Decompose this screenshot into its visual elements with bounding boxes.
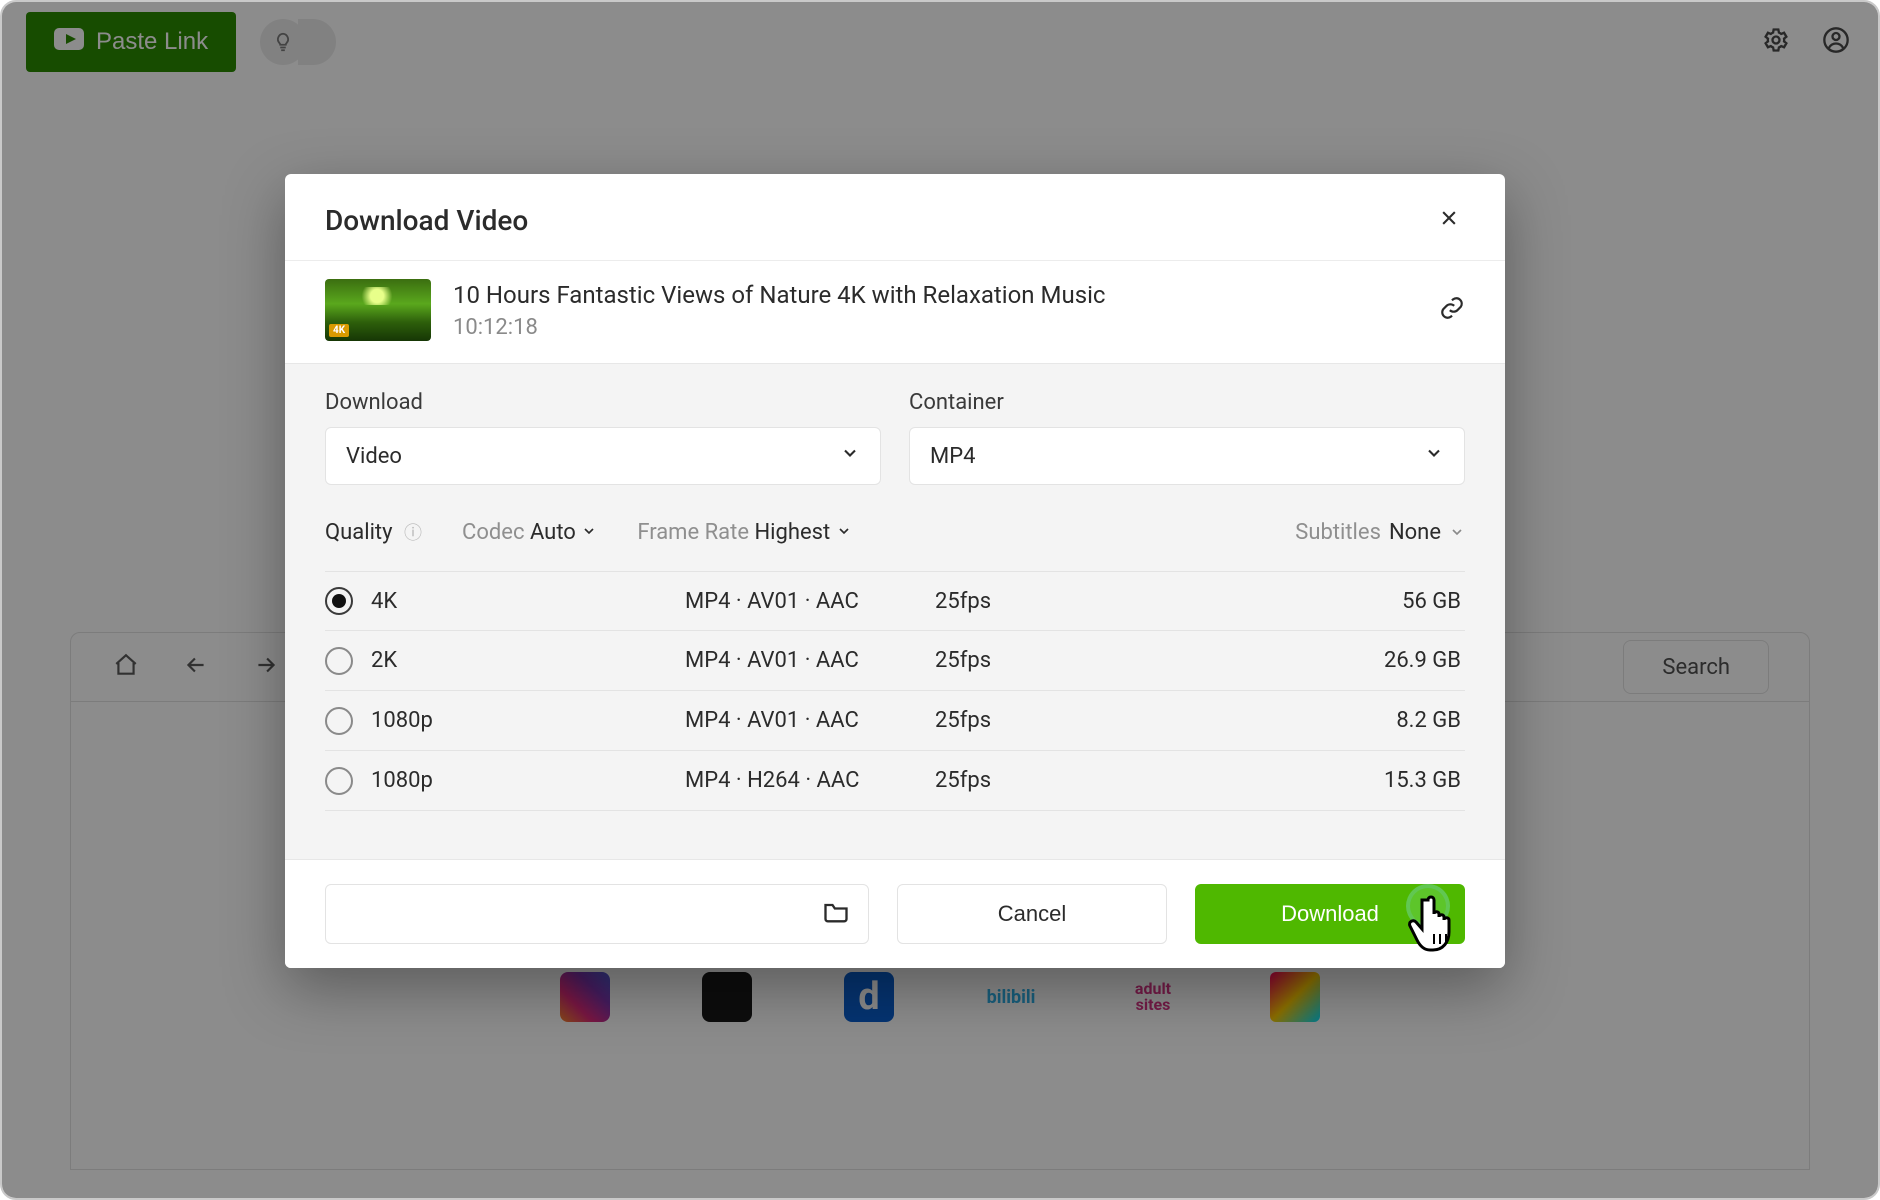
link-icon — [1439, 306, 1465, 325]
copy-link-button[interactable] — [1439, 295, 1465, 325]
save-path-field[interactable] — [325, 884, 869, 944]
quality-option-row[interactable]: 1080p MP4 · AV01 · AAC25fps8.2 GB — [325, 691, 1465, 751]
folder-icon — [822, 898, 850, 930]
video-duration: 10:12:18 — [453, 315, 1105, 340]
close-icon — [1439, 213, 1459, 232]
chevron-down-icon — [1424, 443, 1444, 469]
download-type-value: Video — [346, 444, 402, 469]
modal-footer: Cancel Download — [285, 859, 1505, 968]
size-label: 56 GB — [1095, 589, 1465, 614]
chevron-down-icon — [836, 523, 852, 539]
quality-label: 1080p — [371, 768, 433, 793]
video-thumbnail: 4K — [325, 279, 431, 341]
quality-label: 1080p — [371, 708, 433, 733]
quality-option-row[interactable]: 4K MP4 · AV01 · AAC25fps56 GB — [325, 571, 1465, 631]
size-label: 8.2 GB — [1095, 708, 1465, 733]
container-label: Container — [909, 390, 1465, 415]
quality-filters: Quality ⓘ Codec Auto Frame Rate Highest — [325, 519, 1465, 545]
framerate-filter[interactable]: Frame Rate Highest — [637, 520, 851, 545]
quality-option-list: 4KMP4 · AV01 · AAC25fps56 GB2KMP4 · AV01… — [325, 571, 1465, 811]
quality-option-row[interactable]: 1080p MP4 · H264 · AAC25fps15.3 GB — [325, 751, 1465, 811]
quality-label: 4K — [371, 589, 397, 614]
format-label: MP4 · AV01 · AAC — [685, 648, 935, 673]
radio-icon — [325, 647, 353, 675]
container-select[interactable]: MP4 — [909, 427, 1465, 485]
app-window: Paste Link — [0, 0, 1880, 1200]
quality-option-row[interactable]: 2K MP4 · AV01 · AAC25fps26.9 GB — [325, 631, 1465, 691]
download-button[interactable]: Download — [1195, 884, 1465, 944]
fps-label: 25fps — [935, 648, 1095, 673]
chevron-down-icon — [840, 443, 860, 469]
video-title: 10 Hours Fantastic Views of Nature 4K wi… — [453, 281, 1105, 309]
format-label: MP4 · H264 · AAC — [685, 768, 935, 793]
format-label: MP4 · AV01 · AAC — [685, 589, 935, 614]
codec-filter[interactable]: Codec Auto — [462, 520, 597, 545]
quality-label: 2K — [371, 648, 397, 673]
modal-close-button[interactable] — [1433, 202, 1465, 238]
radio-icon — [325, 767, 353, 795]
size-label: 15.3 GB — [1095, 768, 1465, 793]
video-info-row: 4K 10 Hours Fantastic Views of Nature 4K… — [285, 261, 1505, 364]
download-type-label: Download — [325, 390, 881, 415]
modal-title: Download Video — [325, 204, 528, 237]
radio-icon — [325, 707, 353, 735]
fps-label: 25fps — [935, 708, 1095, 733]
format-label: MP4 · AV01 · AAC — [685, 708, 935, 733]
cancel-button[interactable]: Cancel — [897, 884, 1167, 944]
chevron-down-icon — [581, 523, 597, 539]
thumb-quality-badge: 4K — [329, 324, 349, 337]
download-type-select[interactable]: Video — [325, 427, 881, 485]
radio-icon — [325, 587, 353, 615]
info-icon[interactable]: ⓘ — [404, 523, 422, 544]
chevron-down-icon — [1449, 524, 1465, 540]
modal-body: Download Video Container MP4 Qualit — [285, 364, 1505, 859]
subtitles-filter[interactable]: Subtitles None — [1295, 520, 1465, 545]
fps-label: 25fps — [935, 768, 1095, 793]
quality-heading: Quality ⓘ — [325, 519, 422, 545]
modal-header: Download Video — [285, 174, 1505, 261]
container-value: MP4 — [930, 444, 975, 469]
fps-label: 25fps — [935, 589, 1095, 614]
download-video-modal: Download Video 4K 10 Hours Fantastic Vie… — [285, 174, 1505, 968]
size-label: 26.9 GB — [1095, 648, 1465, 673]
